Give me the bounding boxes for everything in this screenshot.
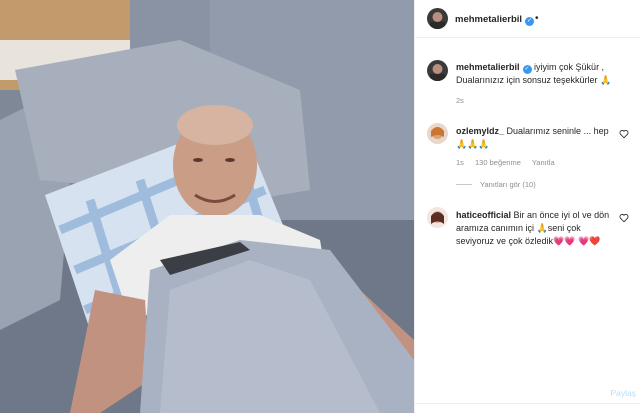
caption-avatar-image	[427, 60, 448, 81]
replies-divider	[456, 184, 472, 185]
view-replies-button[interactable]: Yanıtları gör (10)	[456, 180, 536, 189]
reply-button[interactable]: Yanıtla	[532, 158, 555, 167]
commenter-avatar[interactable]	[427, 207, 448, 228]
caption-verified-icon: ✓	[522, 65, 532, 74]
comment-likes[interactable]: 130 beğenme	[475, 158, 521, 167]
comment-meta: 1s 130 beğenme Yanıtla	[456, 158, 564, 167]
author-username-link[interactable]: mehmetalierbil ✓	[455, 14, 535, 26]
share-button[interactable]: Paylaş	[610, 388, 636, 398]
author-username: mehmetalierbil	[455, 14, 523, 25]
photo-illustration	[0, 0, 414, 413]
caption-avatar[interactable]	[427, 60, 448, 81]
comment-username[interactable]: haticeofficial	[456, 210, 511, 220]
caption-meta: 2s	[456, 96, 473, 105]
author-avatar-image	[427, 8, 448, 29]
commenter-avatar-image	[427, 207, 448, 228]
comment-time[interactable]: 1s	[456, 158, 464, 167]
heart-outline-icon	[619, 214, 629, 223]
author-avatar[interactable]	[427, 8, 448, 29]
commenter-avatar[interactable]	[427, 123, 448, 144]
comment-text-block: ozlemyldz_ Dualarımız seninle ... hep 🙏🙏…	[456, 125, 616, 151]
panel-bottom-divider	[415, 403, 640, 404]
header-dot: •	[535, 13, 539, 24]
post-photo[interactable]	[0, 0, 414, 413]
heart-outline-icon	[619, 130, 629, 139]
like-comment-button[interactable]	[619, 129, 629, 139]
caption-username[interactable]: mehmetalierbil	[456, 62, 520, 72]
comment-text-block: haticeofficial Bir an önce iyi ol ve dön…	[456, 209, 616, 248]
like-comment-button[interactable]	[619, 213, 629, 223]
verified-icon: ✓	[525, 17, 535, 26]
commenter-avatar-image	[427, 123, 448, 144]
view-replies-label: Yanıtları gör (10)	[480, 180, 536, 189]
caption-time[interactable]: 2s	[456, 96, 464, 105]
caption-text-block: mehmetalierbil ✓ iyiyim çok Şükür , Duala…	[456, 61, 616, 87]
post-header: mehmetalierbil ✓ •	[415, 0, 640, 38]
instagram-post: mehmetalierbil ✓ • mehmetalierbil ✓ iyiyim…	[0, 0, 640, 413]
post-side-panel: mehmetalierbil ✓ • mehmetalierbil ✓ iyiyim…	[414, 0, 640, 413]
comment-username[interactable]: ozlemyldz_	[456, 126, 504, 136]
